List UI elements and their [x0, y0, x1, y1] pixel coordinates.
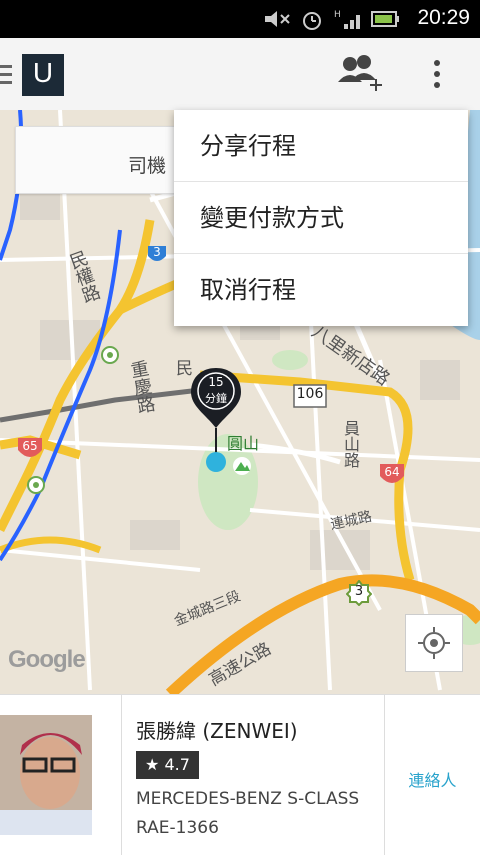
add-people-icon[interactable] [334, 52, 386, 96]
vehicle-model: MERCEDES-BENZ S-CLASS [136, 789, 360, 809]
panel-divider [121, 695, 122, 855]
logo-letter: U [32, 57, 54, 88]
panel-divider [384, 695, 385, 855]
driver-name: 張勝緯 (ZENWEI) [136, 719, 298, 743]
metro-icon-1 [101, 346, 119, 364]
svg-text:H: H [334, 10, 341, 20]
driver-box-label: 司機 [128, 155, 167, 177]
my-location-button[interactable] [405, 614, 463, 672]
menu-item-share-trip[interactable]: 分享行程 [174, 110, 468, 182]
menu-item-change-payment[interactable]: 變更付款方式 [174, 182, 468, 254]
contact-button[interactable]: 連絡人 [390, 767, 475, 791]
route-3-north-label: 3 [153, 245, 161, 259]
driver-rating: 4.7 [164, 755, 190, 774]
driver-panel: 張勝緯 (ZENWEI) ★ 4.7 MERCEDES-BENZ S-CLASS… [0, 694, 480, 855]
eta-pin: 15 分鐘 [189, 366, 243, 476]
status-time: 20:29 [417, 6, 470, 29]
crosshair-icon [418, 627, 450, 659]
overflow-menu: 分享行程 變更付款方式 取消行程 [174, 110, 468, 326]
hamburger-icon[interactable] [0, 60, 14, 90]
driver-info-box[interactable]: 司機 [15, 126, 187, 194]
signal-icon: H [334, 10, 360, 29]
action-bar: U [0, 38, 480, 111]
alarm-icon [303, 12, 321, 30]
route-64-label: 64 [384, 465, 400, 479]
overflow-menu-icon[interactable] [430, 58, 444, 92]
route-3-south-label: 3 [354, 584, 364, 599]
star-icon: ★ [145, 755, 160, 774]
license-plate: RAE-1366 [136, 818, 219, 838]
mute-icon [265, 11, 290, 27]
driver-photo [0, 715, 92, 835]
google-attribution: Google [8, 646, 86, 673]
map-label-shanhu-road: 員山路 [341, 420, 360, 468]
eta-minutes: 15 [208, 375, 224, 389]
menu-item-cancel-trip[interactable]: 取消行程 [174, 254, 468, 326]
route-65-label: 65 [22, 439, 38, 453]
battery-icon [371, 11, 399, 27]
status-bar: H 20:29 [0, 0, 480, 38]
eta-unit: 分鐘 [205, 392, 227, 405]
driver-avatar-image [0, 715, 92, 835]
driver-rating-badge: ★ 4.7 [136, 751, 199, 779]
uber-logo[interactable]: U [22, 54, 64, 96]
metro-icon-2 [27, 476, 45, 494]
route-106-label: 106 [296, 386, 324, 402]
